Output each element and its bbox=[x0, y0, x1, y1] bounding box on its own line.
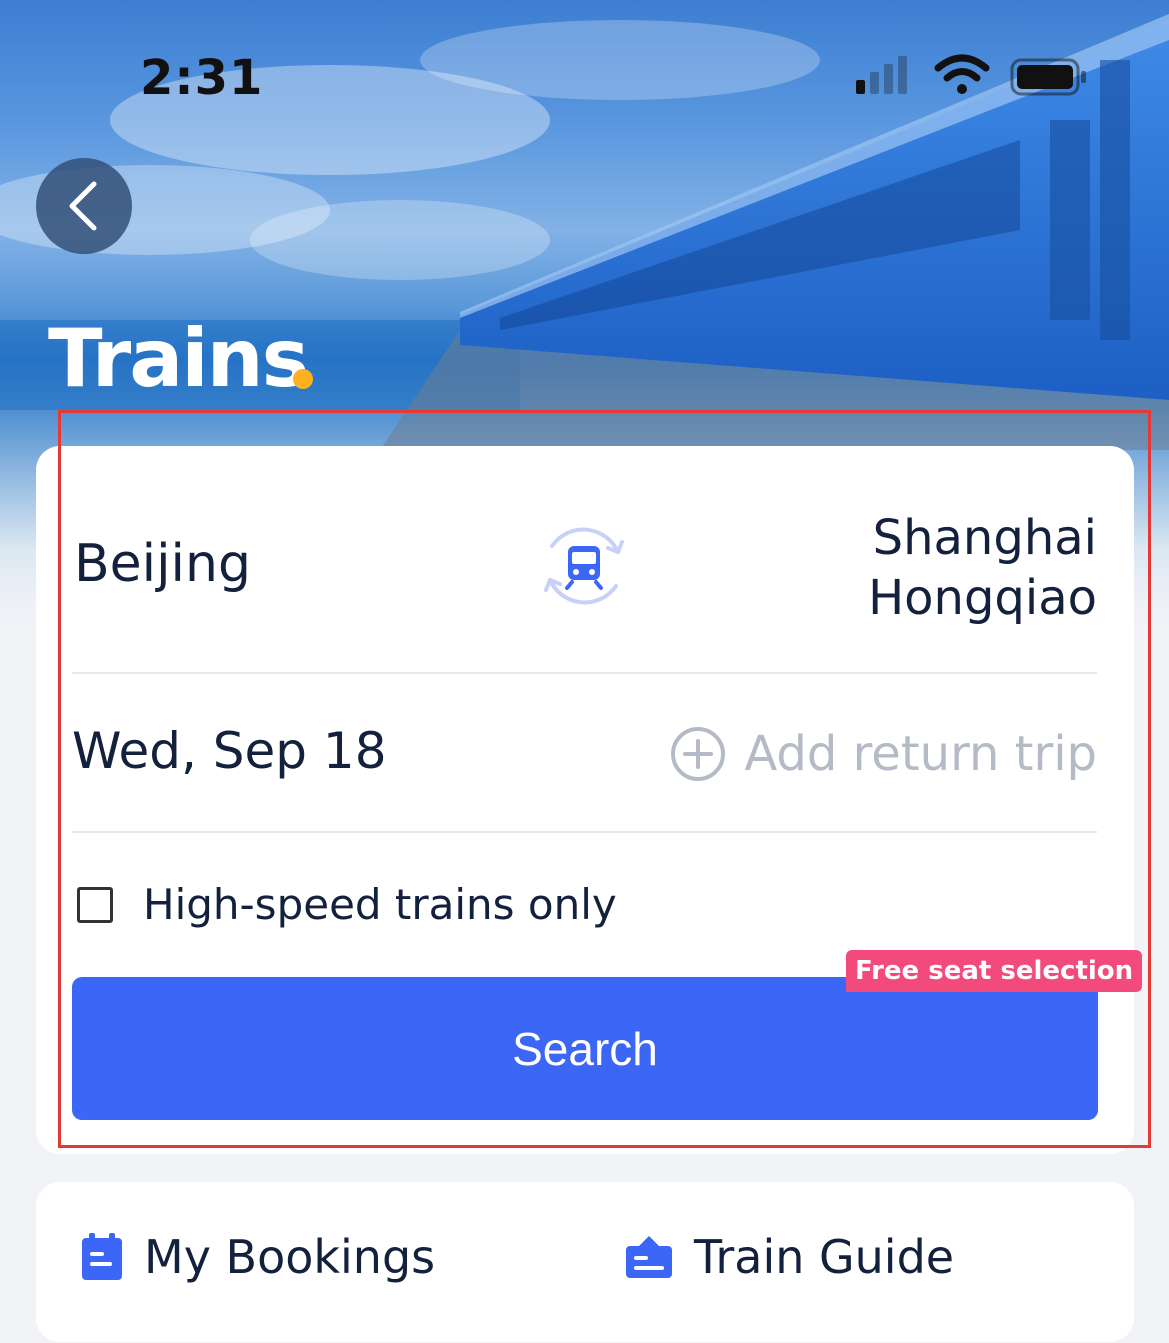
plus-circle-icon bbox=[671, 727, 726, 781]
swap-stations-button[interactable] bbox=[534, 516, 634, 616]
page-title: Trains bbox=[48, 312, 309, 405]
add-return-label: Add return trip bbox=[744, 726, 1097, 782]
title-accent-dot bbox=[293, 369, 313, 389]
to-city-line1: Shanghai bbox=[872, 510, 1097, 566]
divider bbox=[72, 672, 1097, 674]
add-return-trip-button[interactable]: Add return trip bbox=[670, 722, 1097, 786]
back-button[interactable] bbox=[36, 158, 132, 254]
train-guide-link[interactable]: Train Guide bbox=[624, 1230, 954, 1284]
search-button[interactable]: Search bbox=[72, 977, 1098, 1120]
status-time: 2:31 bbox=[140, 50, 264, 106]
my-bookings-link[interactable]: My Bookings bbox=[80, 1230, 435, 1284]
departure-date[interactable]: Wed, Sep 18 bbox=[72, 722, 387, 780]
divider bbox=[72, 831, 1097, 833]
chevron-left-icon bbox=[69, 181, 97, 231]
train-guide-label: Train Guide bbox=[694, 1230, 955, 1284]
signal-icon bbox=[856, 56, 907, 94]
status-icons bbox=[850, 52, 1090, 102]
high-speed-label: High-speed trains only bbox=[143, 880, 617, 929]
high-speed-checkbox[interactable] bbox=[77, 886, 113, 923]
high-speed-option[interactable]: High-speed trains only bbox=[77, 880, 617, 929]
battery-icon bbox=[1010, 58, 1086, 96]
train-swap-icon bbox=[544, 527, 624, 605]
my-bookings-label: My Bookings bbox=[144, 1230, 436, 1284]
promo-badge: Free seat selection bbox=[846, 950, 1143, 992]
wifi-icon bbox=[934, 54, 990, 94]
from-city[interactable]: Beijing bbox=[74, 534, 251, 594]
to-city-line2: Hongqiao bbox=[868, 570, 1097, 626]
bookings-icon bbox=[82, 1233, 122, 1280]
guide-icon bbox=[626, 1236, 672, 1278]
to-city[interactable]: Shanghai Hongqiao bbox=[777, 508, 1097, 628]
